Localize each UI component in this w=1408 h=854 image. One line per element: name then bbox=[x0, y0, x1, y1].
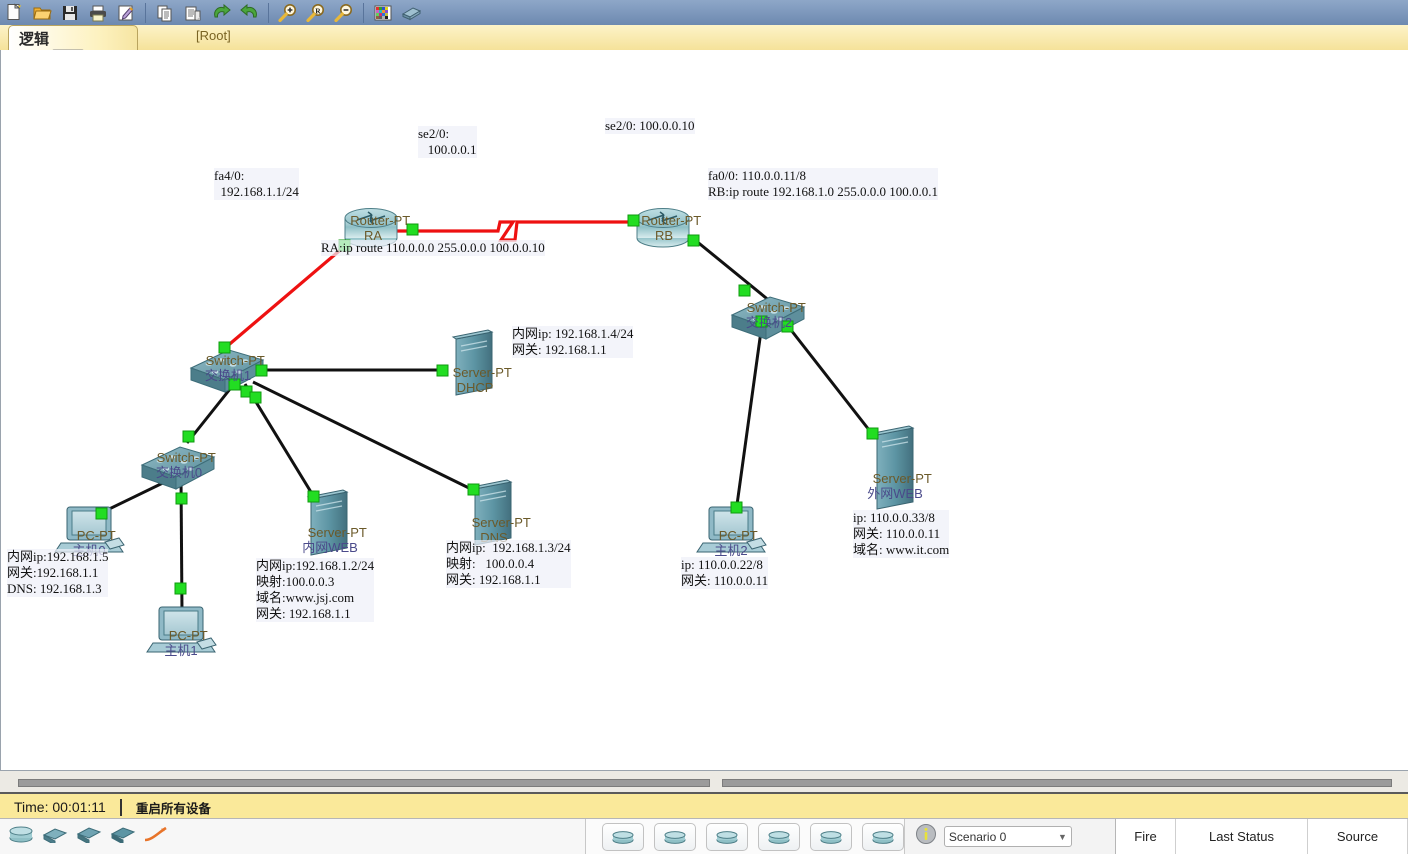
edit-note-icon[interactable] bbox=[112, 1, 140, 25]
chevron-down-icon: ▼ bbox=[1057, 831, 1067, 842]
zoom-reset-icon[interactable]: R bbox=[302, 1, 330, 25]
link-dot-webin bbox=[307, 490, 320, 503]
annotation-webin: 内网ip:192.168.1.2/24 映射:100.0.0.3 域名:www.… bbox=[256, 558, 375, 622]
event-col-source[interactable]: Source bbox=[1308, 819, 1408, 854]
redo-icon[interactable] bbox=[235, 1, 263, 25]
link-dot-sw0-pc1 bbox=[174, 582, 187, 595]
logical-workspace-canvas[interactable]: Router-PT RA Router-PT RB Switch-PT 交换机1 Sw… bbox=[0, 50, 1408, 770]
toolbar-separator-2 bbox=[268, 2, 269, 23]
open-folder-icon[interactable] bbox=[28, 1, 56, 25]
device-label-pc1: PC-PT 主机1 bbox=[164, 628, 208, 658]
root-breadcrumb: [Root] bbox=[196, 28, 231, 43]
custom-devices-icon[interactable] bbox=[397, 1, 425, 25]
device-item-0[interactable] bbox=[601, 822, 644, 851]
event-col-fire[interactable]: Fire bbox=[1116, 819, 1176, 854]
main-toolbar: R bbox=[0, 0, 1408, 26]
link-dot-dns bbox=[467, 483, 480, 496]
device-label-sw1: Switch-PT 交换机1 bbox=[204, 353, 265, 383]
annotation-ra-route: RA:ip route 110.0.0.0 255.0.0.0 100.0.0.… bbox=[321, 240, 545, 256]
annotation-ra-fa4: fa4/0: 192.168.1.1/24 bbox=[214, 168, 299, 200]
device-label-webout: Server-PT 外网WEB bbox=[867, 471, 932, 501]
canvas-scrollbar-area bbox=[0, 770, 1408, 793]
scenario-box: Scenario 0 ▼ bbox=[904, 819, 1115, 854]
info-icon[interactable] bbox=[915, 823, 937, 850]
undo-icon[interactable] bbox=[207, 1, 235, 25]
annotation-rb-se2: se2/0: 100.0.0.10 bbox=[605, 118, 695, 134]
status-message[interactable]: 重启所有设备 bbox=[136, 798, 211, 817]
svg-text:R: R bbox=[315, 6, 321, 15]
device-label-sw0: Switch-PT 交换机0 bbox=[155, 450, 216, 480]
zoom-out-icon[interactable] bbox=[330, 1, 358, 25]
connections-category-icon[interactable] bbox=[144, 825, 168, 848]
workspace-tab-bar: 逻辑 [Root] bbox=[0, 25, 1408, 51]
routers-category-icon[interactable] bbox=[8, 825, 34, 848]
annotation-ra-se2: se2/0: 100.0.0.1 bbox=[418, 126, 477, 158]
annotation-dns: 内网ip: 192.168.1.3/24 映射: 100.0.0.4 网关: 1… bbox=[446, 540, 571, 588]
tab-logical[interactable]: 逻辑 bbox=[8, 25, 138, 50]
switches-category-icon[interactable] bbox=[42, 825, 68, 848]
link-sw2-pc2[interactable] bbox=[734, 330, 763, 513]
palette-icon[interactable] bbox=[369, 1, 397, 25]
status-separator bbox=[119, 798, 122, 816]
horizontal-scrollbar-left[interactable] bbox=[18, 779, 710, 787]
device-item-1[interactable] bbox=[653, 822, 696, 851]
annotation-dhcp: 内网ip: 192.168.1.4/24 网关: 192.168.1.1 bbox=[512, 326, 634, 358]
annotation-rb-fa0: fa0/0: 110.0.0.11/8 RB:ip route 192.168.… bbox=[708, 168, 939, 200]
link-dot-webout bbox=[866, 427, 879, 440]
link-ra-rb[interactable] bbox=[394, 220, 634, 242]
tab-logical-label: 逻辑 bbox=[19, 30, 50, 48]
annotation-pc0: 内网ip:192.168.1.5 网关:192.168.1.1 DNS: 192… bbox=[7, 549, 109, 597]
device-label-sw2: Switch-PT 交换机2 bbox=[745, 300, 806, 330]
save-icon[interactable] bbox=[56, 1, 84, 25]
device-item-3[interactable] bbox=[757, 822, 800, 851]
device-item-2[interactable] bbox=[705, 822, 748, 851]
toolbar-separator-1 bbox=[145, 2, 146, 23]
toolbar-separator-3 bbox=[363, 2, 364, 23]
device-item-4[interactable] bbox=[809, 822, 852, 851]
scenario-value: Scenario 0 bbox=[948, 829, 1007, 844]
device-type-bar bbox=[0, 819, 586, 854]
horizontal-scrollbar-right[interactable] bbox=[722, 779, 1392, 787]
device-selection-bar bbox=[585, 819, 905, 854]
new-file-icon[interactable] bbox=[0, 1, 28, 25]
print-icon[interactable] bbox=[84, 1, 112, 25]
link-dot-pc2 bbox=[730, 501, 743, 514]
device-item-5[interactable] bbox=[861, 822, 904, 851]
copy-icon[interactable] bbox=[151, 1, 179, 25]
annotation-pc2: ip: 110.0.0.22/8 网关: 110.0.0.11 bbox=[681, 557, 769, 589]
wireless-category-icon[interactable] bbox=[110, 825, 136, 848]
link-ra-sw1[interactable] bbox=[223, 244, 347, 350]
event-col-last-status[interactable]: Last Status bbox=[1176, 819, 1308, 854]
annotation-webout: ip: 110.0.0.33/8 网关: 110.0.0.11 域名: www.… bbox=[853, 510, 950, 558]
zoom-in-icon[interactable] bbox=[274, 1, 302, 25]
paste-icon[interactable] bbox=[179, 1, 207, 25]
event-list-table: Fire Last Status Source bbox=[1115, 819, 1408, 854]
scenario-dropdown[interactable]: Scenario 0 ▼ bbox=[943, 826, 1072, 847]
device-label-rb: Router-PT RB bbox=[641, 213, 702, 243]
simulation-time: Time: 00:01:11 bbox=[14, 799, 106, 815]
link-sw2-webout[interactable] bbox=[789, 329, 875, 436]
status-bar: Time: 00:01:11 重启所有设备 bbox=[0, 792, 1408, 820]
device-label-dhcp: Server-PT DHCP bbox=[452, 365, 512, 395]
hubs-category-icon[interactable] bbox=[76, 825, 102, 848]
bottom-panel: Scenario 0 ▼ Fire Last Status Source bbox=[0, 818, 1408, 854]
